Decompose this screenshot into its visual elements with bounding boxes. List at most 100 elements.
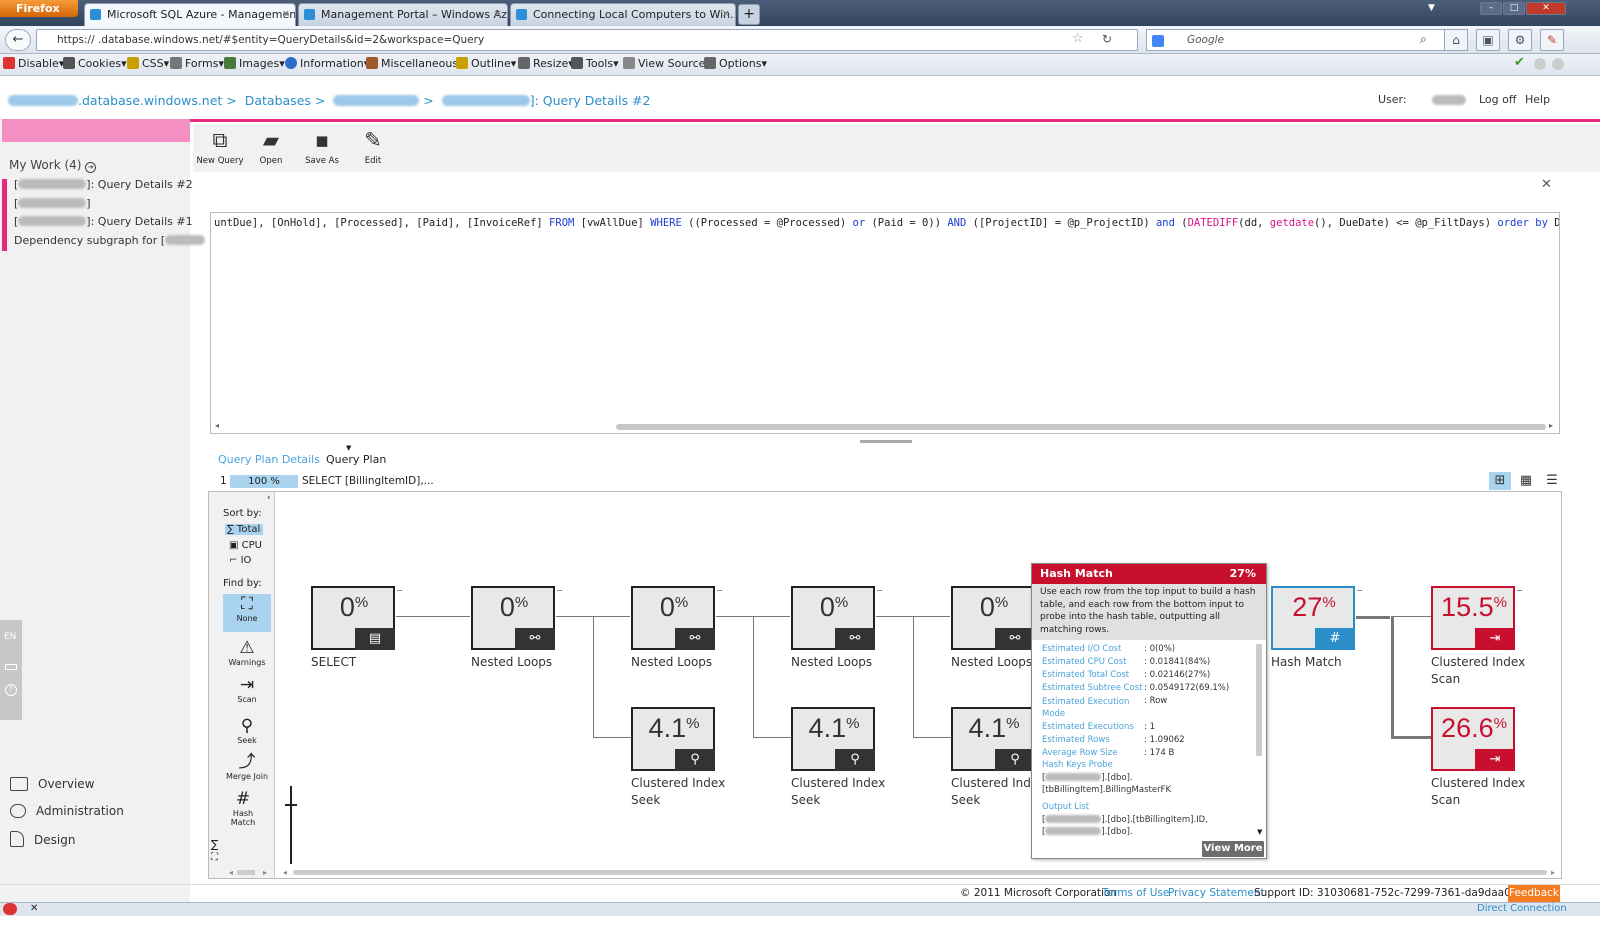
logoff-link[interactable]: Log off (1479, 93, 1516, 106)
toolbar-disable[interactable]: Disable▾ (3, 57, 64, 70)
grid-view-icon[interactable]: ▦ (1515, 472, 1537, 490)
feedback-button[interactable]: Feedback (1508, 885, 1560, 902)
toolbar-options[interactable]: Options▾ (704, 57, 767, 70)
settings-icon[interactable]: ⚙ (1508, 29, 1532, 51)
zoom-slider-handle[interactable] (285, 804, 297, 806)
toolbar-tools[interactable]: Tools▾ (571, 57, 619, 70)
tab-query-plan-details[interactable]: Query Plan Details (218, 453, 320, 466)
firefox-menu-button[interactable]: Firefox (0, 0, 78, 17)
toolbar-miscellaneous[interactable]: Miscellaneous▾ (366, 57, 464, 70)
tab-management-portal[interactable]: Management Portal – Windows Azur... ✕ (298, 3, 508, 26)
close-tab-icon[interactable]: ✕ (722, 4, 730, 25)
plan-node[interactable]: 27% # − (1271, 586, 1363, 650)
collapse-node-icon[interactable]: − (1516, 586, 1523, 595)
collapse-node-icon[interactable]: − (556, 586, 563, 595)
scroll-left-icon[interactable]: ◂ (229, 868, 233, 877)
toolbar-resize[interactable]: Resize▾ (518, 57, 574, 70)
close-icon[interactable]: ✕ (1541, 177, 1552, 192)
collapse-node-icon[interactable]: − (1356, 586, 1363, 595)
new-query-button[interactable]: ⧉ New Query (194, 128, 246, 166)
url-input[interactable]: https:// .database.windows.net/#$entity=… (36, 29, 1138, 51)
collapse-node-icon[interactable]: − (396, 586, 403, 595)
plan-node[interactable]: 0%⚯− (791, 586, 883, 650)
minimize-icon[interactable]: – (1480, 2, 1502, 15)
sidebar-item-overview[interactable]: Overview (10, 777, 95, 791)
home-icon[interactable]: ⌂ (1444, 29, 1468, 51)
addon-status-icon[interactable] (3, 903, 17, 915)
find-none-button[interactable]: ⛶ None (223, 594, 271, 632)
toolbar-view-source[interactable]: View Source▾ (623, 57, 711, 70)
sidebar-item-administration[interactable]: Administration (10, 804, 124, 818)
find-warnings-button[interactable]: ⚠ Warnings (223, 638, 271, 667)
tab-query-plan[interactable]: Query Plan (326, 453, 386, 466)
google-engine-icon[interactable] (1152, 35, 1164, 47)
open-button[interactable]: ▰ Open (245, 128, 297, 166)
keyboard-icon[interactable] (5, 664, 17, 670)
tooltip-scrollbar[interactable] (1256, 644, 1262, 756)
find-hash-match-button[interactable]: # Hash Match (223, 789, 263, 827)
close-window-icon[interactable]: ✕ (1526, 2, 1566, 15)
view-more-button[interactable]: View More (1202, 841, 1264, 857)
save-as-button[interactable]: ▪ Save As (296, 128, 348, 166)
toolbar-css[interactable]: CSS▾ (127, 57, 169, 70)
scroll-left-icon[interactable]: ◂ (283, 868, 287, 877)
help-link[interactable]: Help (1525, 93, 1550, 106)
toolbar-information[interactable]: Information▾ (285, 57, 369, 70)
sort-io-option[interactable]: ⌐ IO (229, 555, 251, 566)
new-tab-button[interactable]: + (738, 4, 760, 25)
search-icon[interactable]: ⌕ (1420, 32, 1427, 47)
edit-button[interactable]: ✎ Edit (347, 128, 399, 166)
find-scan-button[interactable]: ⇥ Scan (223, 675, 271, 704)
collapse-node-icon[interactable]: − (876, 586, 883, 595)
fit-screen-icon[interactable]: ⛶ (211, 852, 218, 863)
arrow-circle-icon[interactable]: ➔ (85, 162, 97, 173)
toolbar-forms[interactable]: Forms▾ (170, 57, 224, 70)
sql-text[interactable]: untDue], [OnHold], [Processed], [Paid], … (214, 217, 1559, 229)
plan-node[interactable]: 26.6% ⇥ (1431, 707, 1515, 771)
plan-node[interactable]: 0%⚯− (631, 586, 723, 650)
sort-total-option[interactable]: ∑ Total (225, 524, 264, 535)
close-icon[interactable]: ✕ (30, 903, 38, 914)
scroll-right-icon[interactable]: ▸ (1551, 868, 1555, 877)
statement-row[interactable]: 1 100 % SELECT [BillingItemID],... (208, 473, 478, 491)
close-tab-icon[interactable]: ✕ (494, 4, 502, 25)
breadcrumb-server[interactable]: .database.windows.net > (78, 93, 237, 108)
scroll-right-icon[interactable]: ▸ (263, 868, 267, 877)
addon-red-icon[interactable]: ✎ (1540, 29, 1564, 51)
plan-node[interactable]: 0% ▤ − (311, 586, 403, 650)
pane-scrollbar[interactable] (237, 870, 255, 875)
find-merge-join-button[interactable]: ⤴ Merge Join (223, 752, 271, 781)
tab-connecting-computers[interactable]: Connecting Local Computers to Win... ✕ (510, 3, 736, 26)
tab-list-icon[interactable]: ▼ (1428, 3, 1435, 13)
work-item-query-details-1[interactable]: []: Query Details #1 (14, 215, 193, 228)
scroll-down-icon[interactable]: ▼ (1257, 828, 1262, 836)
reload-icon[interactable]: ↻ (1102, 32, 1112, 46)
addon-icon[interactable]: ▣ (1476, 29, 1500, 51)
plan-node[interactable]: 4.1% ⚲ (631, 707, 715, 771)
maximize-icon[interactable]: □ (1503, 2, 1525, 15)
language-code[interactable]: EN (4, 632, 16, 642)
close-tab-icon[interactable]: ✕ (282, 4, 290, 25)
scroll-right-icon[interactable]: ▸ (1549, 421, 1553, 430)
scroll-left-icon[interactable]: ◂ (215, 421, 219, 430)
plan-node[interactable]: 15.5% ⇥ − (1431, 586, 1523, 650)
collapse-node-icon[interactable]: − (716, 586, 723, 595)
sql-editor[interactable]: untDue], [OnHold], [Processed], [Paid], … (210, 212, 1560, 434)
tab-sql-azure[interactable]: Microsoft SQL Azure - Management ... ✕ (84, 3, 296, 26)
plan-node[interactable]: 0%⚯− (471, 586, 563, 650)
zoom-slider[interactable] (290, 786, 292, 864)
toolbar-images[interactable]: Images▾ (224, 57, 285, 70)
help-icon[interactable]: ? (5, 684, 17, 696)
work-item-query-details-2[interactable]: []: Query Details #2 (14, 178, 193, 191)
breadcrumb-databases[interactable]: Databases > (245, 93, 326, 108)
work-item-database[interactable]: [] (14, 197, 91, 210)
graph-view-icon[interactable]: ⊞ (1489, 472, 1511, 490)
toolbar-cookies[interactable]: Cookies▾ (63, 57, 127, 70)
sidebar-item-design[interactable]: Design (10, 831, 75, 847)
plan-node[interactable]: 4.1% ⚲ (791, 707, 875, 771)
privacy-link[interactable]: Privacy Statement (1168, 887, 1265, 899)
sort-cpu-option[interactable]: ▣ CPU (229, 540, 262, 551)
tree-view-icon[interactable]: ☰ (1541, 472, 1563, 490)
plan-node[interactable]: 0%⚯− (951, 586, 1043, 650)
bookmark-star-icon[interactable]: ☆ (1072, 31, 1084, 46)
